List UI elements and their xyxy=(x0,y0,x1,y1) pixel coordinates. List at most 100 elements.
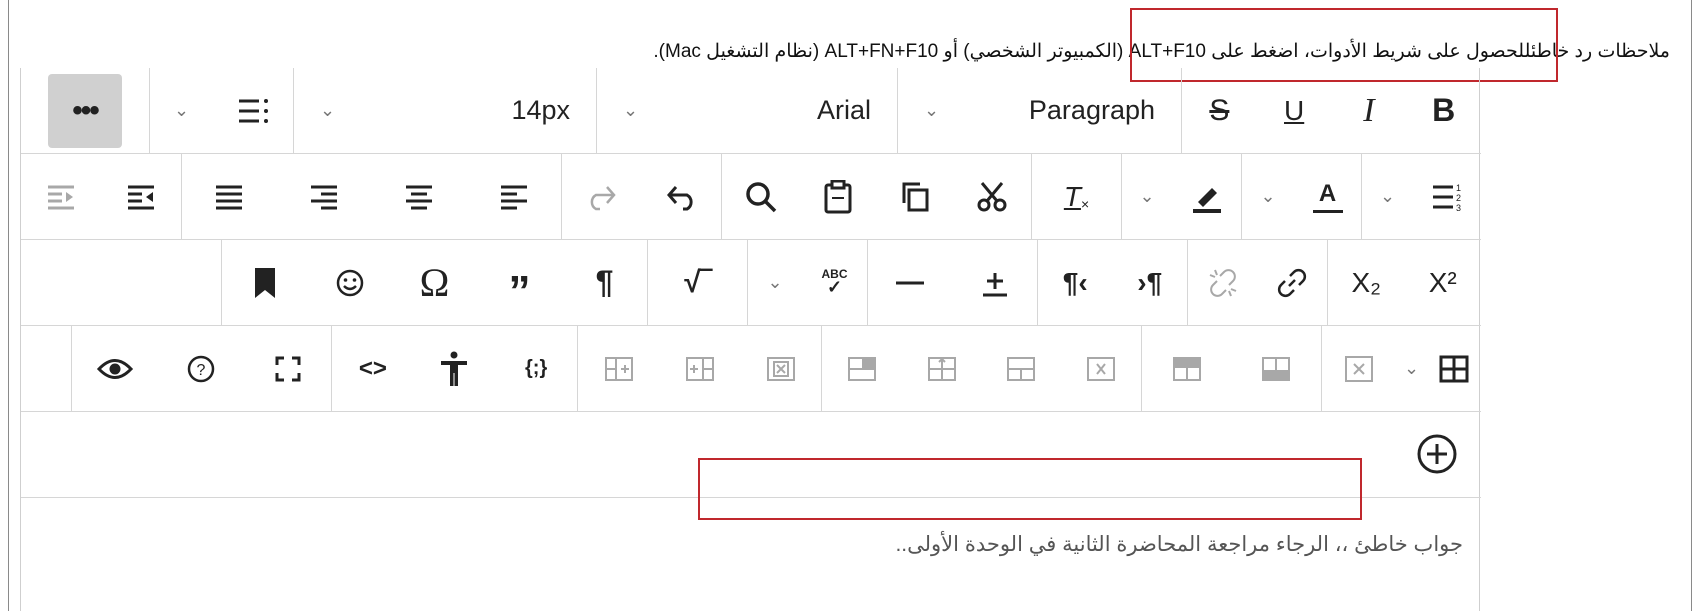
search-button[interactable] xyxy=(731,162,791,232)
copy-button[interactable] xyxy=(885,162,945,232)
paste-button[interactable] xyxy=(808,162,868,232)
clear-format-group: T × xyxy=(1031,154,1121,239)
ordered-list-group[interactable]: ⌄ 123 xyxy=(1361,154,1481,239)
outdent-button[interactable] xyxy=(111,162,171,232)
blockquote-button[interactable]: ” xyxy=(490,248,550,318)
italic-button[interactable]: I xyxy=(1339,76,1399,146)
insert-link-button[interactable] xyxy=(1262,248,1322,318)
table-col-after-button[interactable] xyxy=(589,334,649,404)
accessibility-checker-button[interactable] xyxy=(424,334,484,404)
script-group: X₂ X² xyxy=(1327,240,1481,325)
undo-button[interactable] xyxy=(651,162,711,232)
scissors-icon xyxy=(977,181,1007,211)
underline-button[interactable]: U xyxy=(1264,76,1324,146)
toolbar-row-2: ⌄ 123 ⌄ A ⌄ T × xyxy=(21,154,1481,240)
table-icon xyxy=(1439,355,1469,382)
table-delete-row-button[interactable] xyxy=(751,334,811,404)
split-cell-icon xyxy=(927,356,956,381)
empty-slot xyxy=(21,326,71,411)
quote-icon: ” xyxy=(508,266,531,316)
chevron-down-icon[interactable]: ⌄ xyxy=(1404,358,1419,379)
delete-table-button[interactable] xyxy=(1329,334,1389,404)
superscript-button[interactable]: X² xyxy=(1413,248,1473,318)
indent-icon xyxy=(48,185,74,209)
more-options-button[interactable]: ••• xyxy=(48,73,122,148)
horizontal-line-button[interactable] xyxy=(880,248,940,318)
math-group: √‾ xyxy=(647,240,747,325)
rtl-button[interactable]: ¶‹ xyxy=(1045,248,1105,318)
align-left-button[interactable] xyxy=(484,162,544,232)
clear-formatting-button[interactable]: T × xyxy=(1047,162,1107,232)
bold-button[interactable]: B xyxy=(1414,76,1474,146)
list-format-icon xyxy=(239,98,269,123)
table-merge-cell-button[interactable] xyxy=(991,334,1051,404)
plus-circle-icon xyxy=(1417,434,1457,474)
align-center-icon xyxy=(405,185,432,209)
fullscreen-icon xyxy=(275,356,301,381)
strikethrough-button[interactable]: S xyxy=(1189,76,1249,146)
fullscreen-button[interactable] xyxy=(258,334,318,404)
link-icon xyxy=(1278,268,1307,297)
highlighter-icon xyxy=(1192,187,1221,213)
square-root-icon: √‾ xyxy=(684,265,711,299)
table-split-cell-button[interactable] xyxy=(912,334,972,404)
table-delete-col-button[interactable] xyxy=(1071,334,1131,404)
undo-icon xyxy=(667,185,693,210)
copy-icon xyxy=(902,182,929,211)
justify-button[interactable] xyxy=(199,162,259,232)
hr-group xyxy=(867,240,1037,325)
table-row-after-button[interactable] xyxy=(1246,334,1306,404)
highlight-color-group[interactable]: ⌄ xyxy=(1121,154,1241,239)
spellcheck-icon: ABC ✓ xyxy=(821,267,848,297)
merge-cell-icon xyxy=(1007,356,1036,381)
insert-line-button[interactable] xyxy=(965,248,1025,318)
help-icon: ? xyxy=(188,355,215,382)
eye-icon xyxy=(97,358,134,379)
indent-button[interactable] xyxy=(31,162,91,232)
indent-group xyxy=(21,154,181,239)
ordered-list-icon: 123 xyxy=(1433,183,1461,213)
table-col-group xyxy=(577,326,821,411)
show-blocks-button[interactable]: ¶ xyxy=(575,248,635,318)
help-button[interactable]: ? xyxy=(171,334,231,404)
rtl-icon: ¶‹ xyxy=(1062,266,1088,298)
subscript-button[interactable]: X₂ xyxy=(1336,248,1396,318)
paragraph-style-select[interactable]: ⌄ Paragraph xyxy=(897,68,1181,153)
insert-table-button[interactable] xyxy=(1434,334,1474,404)
unlink-button[interactable] xyxy=(1193,248,1253,318)
insert-column-icon xyxy=(604,356,633,381)
preview-button[interactable] xyxy=(85,334,145,404)
chevron-down-icon: ⌄ xyxy=(623,100,639,120)
bookmark-button[interactable] xyxy=(235,248,295,318)
emoji-button[interactable] xyxy=(320,248,380,318)
math-equation-button[interactable]: √‾ xyxy=(668,248,728,318)
clipboard-group xyxy=(721,154,1031,239)
toolbar-row-4: ⌄ <> {;} ? xyxy=(21,326,1481,412)
align-right-button[interactable] xyxy=(294,162,354,232)
source-code-button[interactable]: <> xyxy=(343,334,403,404)
table-cell-props-button[interactable] xyxy=(832,334,892,404)
unlink-icon xyxy=(1209,268,1237,297)
list-options-dropdown[interactable]: ⌄ xyxy=(149,68,293,153)
font-size-select[interactable]: ⌄ 14px xyxy=(293,68,596,153)
code-sample-button[interactable]: {;} xyxy=(506,334,566,404)
toolbar-row-1: S U I B ⌄ Paragraph ⌄ Arial ⌄ 14px ⌄ ••• xyxy=(21,68,1481,154)
smiley-icon xyxy=(336,269,363,296)
table-col-before-button[interactable] xyxy=(670,334,730,404)
cut-button[interactable] xyxy=(962,162,1022,232)
special-character-button[interactable]: Ω xyxy=(405,248,465,318)
spellcheck-group[interactable]: ⌄ ABC ✓ xyxy=(747,240,867,325)
search-icon xyxy=(745,181,776,212)
clipboard-icon xyxy=(824,179,852,213)
add-content-button[interactable] xyxy=(1415,432,1459,476)
font-family-select[interactable]: ⌄ Arial xyxy=(596,68,897,153)
redo-button[interactable] xyxy=(572,162,632,232)
chevron-down-icon: ⌄ xyxy=(767,272,783,292)
link-group xyxy=(1187,240,1327,325)
ltr-button[interactable]: ›¶ xyxy=(1120,248,1180,318)
chevron-down-icon: ⌄ xyxy=(320,100,336,120)
align-center-button[interactable] xyxy=(389,162,449,232)
table-insert-group: ⌄ xyxy=(1321,326,1481,411)
table-row-before-button[interactable] xyxy=(1157,334,1217,404)
text-color-group[interactable]: ⌄ A xyxy=(1241,154,1361,239)
